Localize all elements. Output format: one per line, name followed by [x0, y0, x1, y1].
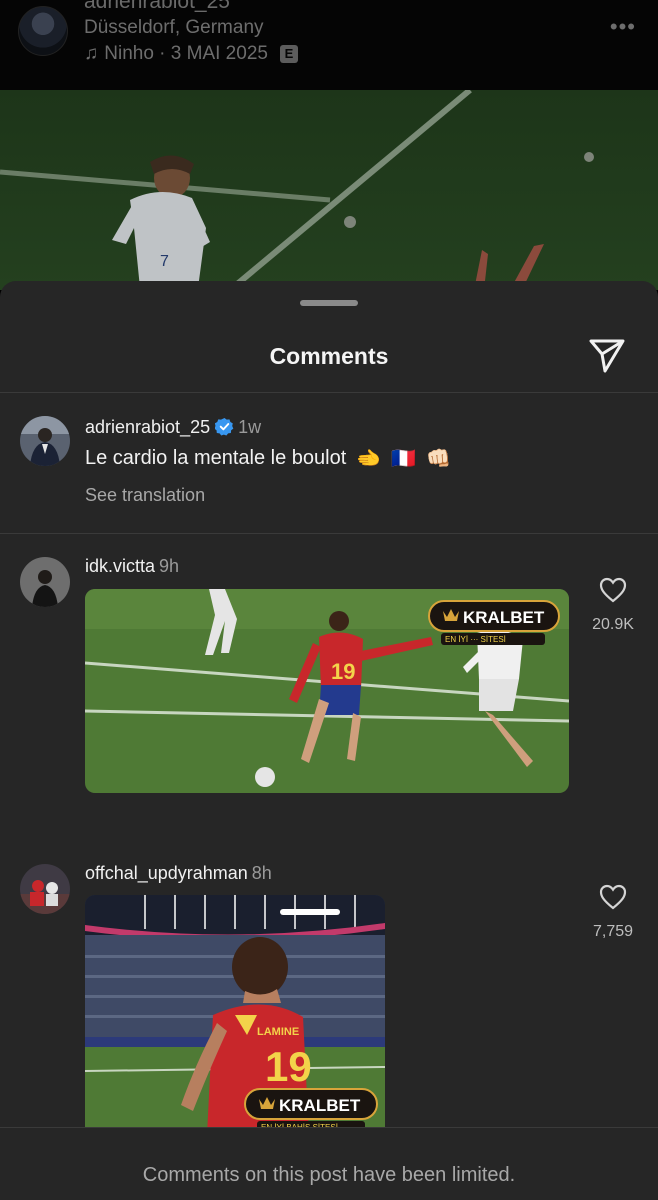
fist-emoji: 👊🏻 — [426, 448, 451, 470]
post-author-username[interactable]: adrienrabiot_25 — [84, 0, 230, 14]
caption-username[interactable]: adrienrabiot_25 — [85, 417, 210, 437]
post-image[interactable]: 7 — [0, 90, 658, 290]
pointing-hand-emoji: 🫲 — [356, 448, 382, 470]
svg-text:19: 19 — [331, 659, 355, 684]
svg-text:KRALBET: KRALBET — [463, 608, 545, 627]
see-translation-link[interactable]: See translation — [85, 485, 205, 506]
comment-media[interactable]: 19 KRALBET EN İYİ ··· SİTESİ — [85, 589, 569, 793]
svg-text:EN İYİ ··· SİTESİ: EN İYİ ··· SİTESİ — [445, 635, 506, 644]
comment-like[interactable]: 7,759 — [573, 884, 653, 941]
comment-username[interactable]: idk.victta — [85, 556, 155, 576]
comment-avatar[interactable] — [20, 864, 70, 914]
post-caption: adrienrabiot_25 1w Le cardio la mentale … — [0, 393, 658, 533]
caption-text-row: Le cardio la mentale le boulot 🫲 🇫🇷 👊🏻 — [85, 446, 451, 471]
comment-timestamp: 8h — [251, 863, 272, 883]
caption-timestamp: 1w — [238, 417, 262, 437]
comment-timestamp: 9h — [159, 556, 180, 576]
comment-avatar[interactable] — [20, 557, 70, 607]
post-author-avatar[interactable] — [18, 6, 68, 56]
divider — [0, 533, 658, 534]
comment-like[interactable]: 20.9K — [573, 577, 653, 634]
comment-username-row: offchal_updyrahman 8h — [85, 863, 272, 884]
like-count: 20.9K — [592, 616, 634, 633]
sheet-title: Comments — [269, 343, 389, 369]
svg-text:7: 7 — [160, 253, 169, 270]
caption-avatar[interactable] — [20, 416, 70, 466]
france-flag-emoji: 🇫🇷 — [391, 448, 417, 470]
caption-username-row: adrienrabiot_25 1w — [85, 417, 261, 438]
comments-limited-text: Comments on this post have been limited. — [142, 1164, 516, 1186]
explicit-badge: E — [279, 45, 298, 63]
post-music-label: Ninho · 3 MAI 2025 — [104, 43, 268, 64]
like-count: 7,759 — [592, 923, 634, 940]
heart-icon[interactable] — [599, 577, 627, 603]
music-note-icon: ♫ — [84, 43, 99, 64]
post-image-illustration: 7 — [0, 90, 658, 290]
paper-plane-icon[interactable] — [588, 338, 626, 374]
more-horizontal-icon[interactable]: ••• — [610, 14, 636, 40]
svg-text:LAMINE: LAMINE — [257, 1026, 299, 1038]
svg-text:19: 19 — [265, 1043, 312, 1090]
heart-icon[interactable] — [599, 884, 627, 910]
svg-text:KRALBET: KRALBET — [279, 1096, 361, 1115]
caption-text: Le cardio la mentale le boulot — [85, 447, 347, 469]
post-location[interactable]: Düsseldorf, Germany — [84, 17, 264, 39]
drag-handle[interactable] — [300, 300, 358, 306]
verified-badge-icon — [215, 417, 234, 436]
comment-username-row: idk.victta 9h — [85, 556, 179, 577]
post-music[interactable]: ♫ Ninho · 3 MAI 2025 E — [84, 43, 298, 65]
comment-media[interactable]: 19 LAMINE KRALBET EN İYİ BAHİS SİTESİ — [85, 895, 385, 1135]
comments-sheet: Comments adrienrabiot_25 1w Le cardio la… — [0, 281, 658, 1200]
comment-username[interactable]: offchal_updyrahman — [85, 863, 248, 883]
comments-limited-bar: Comments on this post have been limited. — [0, 1127, 658, 1200]
post-header: adrienrabiot_25 Düsseldorf, Germany ♫ Ni… — [0, 0, 658, 90]
